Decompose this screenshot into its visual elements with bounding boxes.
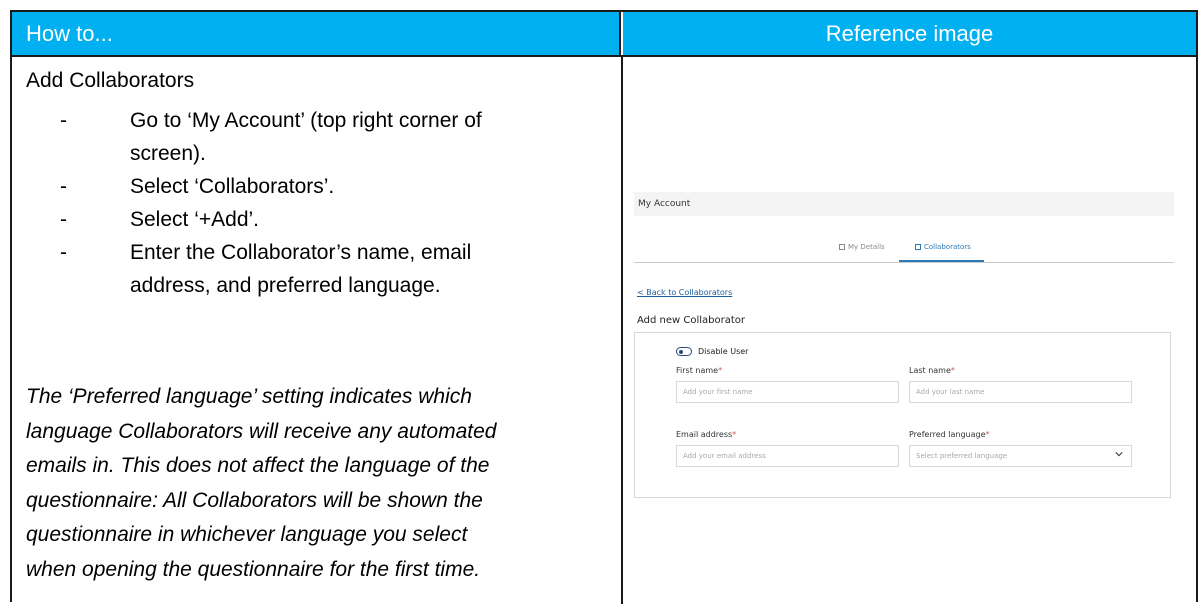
step-dash: - (60, 241, 67, 264)
preferred-language-note: The ‘Preferred language’ setting indicat… (26, 380, 616, 587)
step-dash: - (60, 208, 67, 231)
add-new-collaborator-title: Add new Collaborator (637, 315, 746, 326)
first-name-label-text: First name (676, 366, 719, 375)
column-divider (621, 55, 623, 604)
step-text: Select ‘Collaborators’. (130, 175, 335, 198)
last-name-label-text: Last name (909, 366, 951, 375)
step-line: Go to ‘My Account’ (top right corner of (130, 109, 482, 132)
account-tabs: My Details Collaborators (634, 234, 1174, 263)
step-line: address, and preferred language. (130, 274, 441, 297)
required-mark: * (950, 366, 955, 375)
list-item: - Go to ‘My Account’ (top right corner o… (52, 104, 612, 170)
tab-collaborators-label: Collaborators (924, 243, 971, 251)
tab-my-details-label: My Details (848, 243, 885, 251)
header-how-to-label: How to... (26, 20, 113, 46)
email-label: Email address* (676, 430, 736, 439)
step-text: Enter the Collaborator’s name, email add… (130, 236, 612, 302)
step-text: Go to ‘My Account’ (top right corner of … (130, 104, 612, 170)
note-line: when opening the questionnaire for the f… (26, 557, 481, 581)
email-placeholder: Add your email address (683, 452, 766, 460)
first-name-field[interactable]: Add your first name (676, 381, 899, 403)
preferred-language-select[interactable]: Select preferred language (909, 445, 1132, 467)
email-label-text: Email address (676, 430, 733, 439)
required-mark: * (732, 430, 737, 439)
reference-image: My Account My Details Collaborators < Ba… (634, 182, 1189, 502)
my-account-bar: My Account (634, 192, 1174, 216)
add-collaborator-form: Disable User First name* Add your first … (634, 332, 1171, 498)
steps-list: - Go to ‘My Account’ (top right corner o… (52, 104, 612, 302)
step-text: Select ‘+Add’. (130, 208, 259, 231)
details-icon (839, 244, 845, 250)
language-label-text: Preferred language (909, 430, 986, 439)
note-line: The ‘Preferred language’ setting indicat… (26, 385, 472, 408)
how-to-table: How to... Reference image Add Collaborat… (10, 10, 1198, 604)
disable-user-label: Disable User (698, 347, 749, 356)
language-label: Preferred language* (909, 430, 990, 439)
list-item: - Enter the Collaborator’s name, email a… (52, 236, 612, 302)
last-name-label: Last name* (909, 366, 955, 375)
required-mark: * (718, 366, 723, 375)
active-tab-underline (899, 260, 984, 262)
collaborators-icon (915, 244, 921, 250)
chevron-down-icon (1115, 452, 1123, 457)
step-dash: - (60, 109, 67, 132)
language-placeholder: Select preferred language (916, 452, 1008, 460)
step-dash: - (60, 175, 67, 198)
header-reference-image: Reference image (623, 12, 1196, 55)
my-account-title: My Account (638, 199, 691, 209)
note-line: questionnaire: All Collaborators will be… (26, 488, 483, 512)
first-name-label: First name* (676, 366, 722, 375)
disable-user-toggle[interactable] (676, 347, 692, 356)
note-line: questionnaire in whichever language you … (26, 523, 468, 546)
note-line: language Collaborators will receive any … (26, 419, 497, 443)
last-name-placeholder: Add your last name (916, 388, 985, 396)
header-how-to: How to... (12, 12, 621, 55)
tab-collaborators[interactable]: Collaborators (915, 243, 971, 251)
step-line: screen). (130, 142, 206, 165)
note-line: emails in. This does not affect the lang… (26, 454, 490, 477)
list-item: - Select ‘Collaborators’. (52, 170, 612, 203)
header-reference-label: Reference image (825, 20, 994, 46)
back-to-collaborators-link[interactable]: < Back to Collaborators (637, 288, 732, 297)
step-line: Enter the Collaborator’s name, email (130, 241, 472, 264)
last-name-field[interactable]: Add your last name (909, 381, 1132, 403)
section-title: Add Collaborators (26, 69, 195, 92)
tab-my-details[interactable]: My Details (839, 243, 885, 251)
email-field[interactable]: Add your email address (676, 445, 899, 467)
header-divider (12, 55, 1196, 57)
required-mark: * (985, 430, 990, 439)
first-name-placeholder: Add your first name (683, 388, 753, 396)
list-item: - Select ‘+Add’. (52, 203, 612, 236)
